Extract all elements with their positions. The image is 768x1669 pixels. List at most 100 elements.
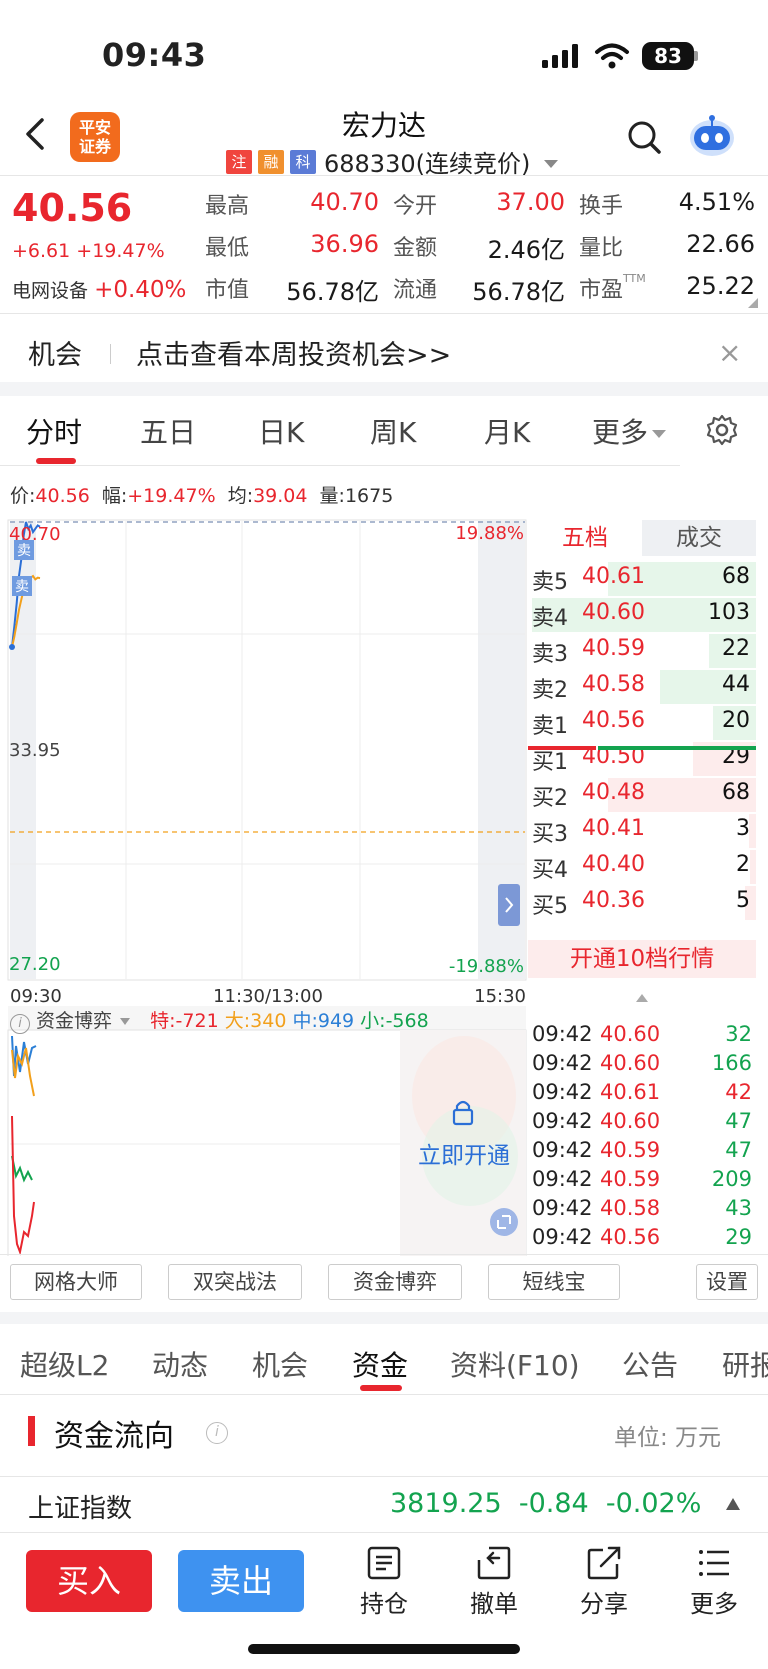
tabs-divider — [0, 465, 680, 466]
sell-button[interactable]: 卖出 — [178, 1550, 304, 1612]
tick-price: 40.60 — [600, 1022, 661, 1046]
tab-announcements[interactable]: 公告 — [622, 1344, 678, 1384]
unlock-button[interactable]: 立即开通 — [404, 1136, 524, 1170]
funds-game-button[interactable]: 资金博弈 — [328, 1264, 462, 1300]
funds-game-label[interactable]: 资金博弈 — [36, 1010, 112, 1032]
settings-button[interactable]: 设置 — [696, 1264, 758, 1300]
level-volume: 22 — [722, 636, 750, 661]
tick-price: 40.60 — [600, 1109, 661, 1133]
short-term-button[interactable]: 短线宝 — [488, 1264, 620, 1300]
ask-row[interactable]: 卖2 40.58 44 — [528, 668, 756, 706]
cancel-order-button[interactable]: 撤单 — [454, 1546, 534, 1619]
tabs-divider — [0, 1394, 768, 1395]
stat-label: 今开 — [393, 194, 438, 219]
stat-value: 2.46亿 — [487, 236, 565, 264]
cancel-order-label: 撤单 — [470, 1590, 518, 1618]
chevron-down-icon — [544, 159, 559, 168]
tag-star-market: 科 — [290, 149, 316, 174]
x-axis-end-label: 15:30 — [474, 986, 526, 1007]
level-volume: 68 — [722, 564, 750, 589]
ask-row[interactable]: 卖1 40.56 20 — [528, 704, 756, 742]
x-axis-mid-label: 11:30/13:00 — [213, 986, 323, 1007]
gear-icon[interactable] — [706, 414, 738, 446]
sector-change[interactable]: 电网设备 +0.40% — [12, 276, 186, 303]
robot-assistant-icon[interactable] — [686, 112, 738, 160]
more-button[interactable]: 更多 — [674, 1546, 754, 1619]
trade-tick-row: 09:42 40.56 29 — [530, 1225, 756, 1254]
tab-opportunity[interactable]: 机会 — [252, 1344, 308, 1384]
buy-button[interactable]: 买入 — [26, 1550, 152, 1612]
level-label: 卖3 — [532, 642, 568, 667]
stat-value: 25.22 — [686, 272, 755, 300]
tab-five-day[interactable]: 五日 — [140, 411, 196, 451]
ask-row[interactable]: 卖5 40.61 68 — [528, 560, 756, 598]
level-label: 买2 — [532, 786, 568, 811]
search-icon[interactable] — [626, 118, 662, 158]
trade-tick-row: 09:42 40.61 42 — [530, 1080, 756, 1109]
funds-game-legend[interactable]: i 资金博弈 特:-721 大:340 中:949 小:-568 — [10, 1006, 429, 1034]
bid-row[interactable]: 买4 40.40 2 — [528, 848, 756, 886]
opportunity-link[interactable]: 点击查看本周投资机会>> — [136, 333, 451, 372]
battery-tip — [694, 51, 698, 61]
tab-monthly-k[interactable]: 月K — [484, 411, 530, 451]
bid-row[interactable]: 买2 40.48 68 — [528, 776, 756, 814]
stat-value: 40.70 — [310, 188, 379, 216]
stat-value: 37.00 — [496, 188, 565, 216]
funds-flow-title: 资金流向 — [54, 1419, 174, 1454]
stat-label: 流通 — [393, 278, 438, 303]
status-time: 09:43 — [102, 36, 207, 74]
info-icon[interactable]: i — [10, 1014, 30, 1034]
tab-funds[interactable]: 资金 — [352, 1344, 408, 1384]
index-name: 上证指数 — [28, 1494, 133, 1524]
lock-icon — [452, 1100, 474, 1126]
grid-master-button[interactable]: 网格大师 — [10, 1264, 142, 1300]
tab-five-levels[interactable]: 五档 — [528, 520, 642, 556]
tab-super-l2[interactable]: 超级L2 — [20, 1344, 109, 1384]
bid-row[interactable]: 买3 40.41 3 — [528, 812, 756, 850]
tab-intraday[interactable]: 分时 — [26, 411, 82, 451]
expand-panel-button[interactable] — [498, 884, 520, 926]
upgrade-ten-level-button[interactable]: 开通10档行情 — [528, 940, 756, 978]
info-icon[interactable]: i — [206, 1422, 228, 1444]
stock-tags[interactable]: 注 融 科 688330(连续竞价) — [226, 144, 559, 179]
tab-news[interactable]: 动态 — [152, 1344, 208, 1384]
collapse-icon[interactable] — [726, 1498, 740, 1510]
tick-volume: 29 — [725, 1225, 752, 1249]
wifi-icon — [595, 43, 629, 69]
tick-volume: 47 — [725, 1109, 752, 1133]
tick-time: 09:42 — [532, 1225, 593, 1249]
scroll-up-icon[interactable] — [636, 994, 648, 1002]
sell-marker-text: 卖 — [15, 579, 29, 595]
level-label: 卖4 — [532, 606, 568, 631]
level-volume: 3 — [736, 816, 750, 841]
expand-corner-icon[interactable] — [748, 298, 758, 308]
sell-side-indicator — [528, 746, 596, 750]
tab-f10[interactable]: 资料(F10) — [450, 1344, 580, 1384]
share-button[interactable]: 分享 — [564, 1546, 644, 1619]
trade-tick-row: 09:42 40.59 47 — [530, 1138, 756, 1167]
position-button[interactable]: 持仓 — [344, 1546, 424, 1619]
bid-row[interactable]: 买5 40.36 5 — [528, 884, 756, 922]
tab-research[interactable]: 研报 — [722, 1349, 768, 1382]
stat-label: 量比 — [579, 236, 624, 261]
level-volume: 103 — [708, 600, 750, 625]
quote-stats: 最高 40.70 今开 37.00 换手 4.51% 最低 36.96 金额 2… — [205, 188, 755, 306]
chevron-down-icon — [652, 430, 667, 438]
fullscreen-button[interactable] — [490, 1208, 518, 1236]
tab-daily-k[interactable]: 日K — [258, 411, 304, 451]
tab-weekly-k[interactable]: 周K — [370, 411, 416, 451]
close-icon[interactable]: × — [718, 336, 741, 369]
tab-trades[interactable]: 成交 — [642, 520, 756, 556]
double-breakout-button[interactable]: 双突战法 — [168, 1264, 302, 1300]
ask-row[interactable]: 卖4 40.60 103 — [528, 596, 756, 634]
level-price: 40.36 — [582, 888, 645, 913]
level-label: 卖2 — [532, 678, 568, 703]
tick-time: 09:42 — [532, 1196, 593, 1220]
level-price: 40.56 — [582, 708, 645, 733]
quote-divider — [0, 313, 768, 314]
home-indicator[interactable] — [248, 1644, 520, 1654]
sell-marker-text: 卖 — [17, 543, 31, 559]
trade-tick-row: 09:42 40.60 166 — [530, 1051, 756, 1080]
ask-row[interactable]: 卖3 40.59 22 — [528, 632, 756, 670]
tab-more[interactable]: 更多 — [592, 411, 667, 451]
